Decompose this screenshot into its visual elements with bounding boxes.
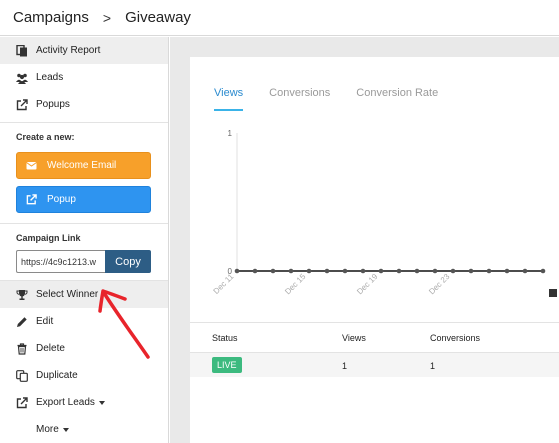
sidebar: Activity Report Leads Popups Create a ne… bbox=[0, 37, 169, 443]
views-line-chart: 10Dec 11 Dec 15 Dec 19 Dec 23 bbox=[212, 129, 557, 297]
x-tick-label: Dec 19 bbox=[355, 272, 380, 297]
cell-conversions: 1 bbox=[430, 361, 436, 371]
data-point bbox=[504, 268, 510, 274]
tab-views[interactable]: Views bbox=[214, 87, 244, 111]
y-tick-label: 1 bbox=[228, 129, 233, 138]
col-conversions: Conversions bbox=[430, 333, 481, 343]
popup-label: Popup bbox=[47, 194, 76, 205]
table-row: LIVE 1 1 bbox=[190, 352, 559, 377]
external-link-icon bbox=[26, 194, 37, 205]
sidebar-item-export-leads[interactable]: Export Leads bbox=[0, 389, 168, 416]
data-point bbox=[252, 268, 258, 274]
col-status: Status bbox=[212, 333, 238, 343]
breadcrumb-separator: > bbox=[102, 9, 112, 26]
campaign-link-input[interactable]: https://4c9c1213.w bbox=[16, 250, 105, 273]
data-point bbox=[450, 268, 456, 274]
data-point bbox=[522, 268, 528, 274]
x-tick-label: Dec 23 bbox=[427, 272, 452, 297]
welcome-email-button[interactable]: Welcome Email bbox=[16, 152, 151, 179]
data-point bbox=[270, 268, 276, 274]
tab-conversion-rate[interactable]: Conversion Rate bbox=[356, 87, 438, 111]
sidebar-item-more[interactable]: More bbox=[0, 416, 168, 443]
col-views: Views bbox=[342, 333, 366, 343]
stats-card: Views Conversions Conversion Rate 1 0 Dec … bbox=[190, 57, 559, 443]
x-tick-label: Dec 15 bbox=[283, 272, 308, 297]
popup-button[interactable]: Popup bbox=[16, 186, 151, 213]
welcome-email-label: Welcome Email bbox=[47, 160, 117, 171]
data-point bbox=[288, 268, 294, 274]
data-point bbox=[324, 268, 330, 274]
campaign-link-label: Campaign Link bbox=[16, 233, 81, 243]
data-point bbox=[234, 268, 240, 274]
sidebar-item-popups[interactable]: Popups bbox=[0, 91, 168, 118]
data-point bbox=[306, 268, 312, 274]
sidebar-item-label: More bbox=[36, 424, 59, 435]
campaign-link-row: https://4c9c1213.w Copy bbox=[16, 250, 151, 273]
data-point bbox=[414, 268, 420, 274]
sidebar-item-label: Export Leads bbox=[36, 397, 95, 408]
x-tick-label: Dec 11 bbox=[212, 272, 236, 296]
table-header: Status Views Conversions bbox=[190, 322, 559, 352]
envelope-icon bbox=[26, 160, 37, 171]
external-link-icon bbox=[16, 98, 28, 111]
copy-button[interactable]: Copy bbox=[105, 250, 151, 273]
trophy-icon bbox=[16, 289, 28, 301]
sidebar-item-select-winner[interactable]: Select Winner bbox=[0, 281, 168, 308]
chart-tabs: Views Conversions Conversion Rate bbox=[214, 87, 464, 111]
chevron-down-icon bbox=[98, 400, 105, 405]
data-point bbox=[486, 268, 492, 274]
divider bbox=[0, 223, 168, 224]
data-point bbox=[468, 268, 474, 274]
sidebar-item-label: Delete bbox=[36, 343, 65, 354]
legend-marker bbox=[549, 289, 557, 297]
sidebar-item-label: Activity Report bbox=[36, 45, 101, 56]
breadcrumb-campaigns[interactable]: Campaigns bbox=[13, 9, 89, 26]
create-new-label: Create a new: bbox=[16, 132, 75, 142]
pencil-icon bbox=[16, 316, 28, 328]
sidebar-item-duplicate[interactable]: Duplicate bbox=[0, 362, 168, 389]
sidebar-item-label: Leads bbox=[36, 72, 64, 83]
data-point bbox=[360, 268, 366, 274]
status-table: Status Views Conversions LIVE 1 1 bbox=[190, 322, 559, 377]
data-point bbox=[432, 268, 438, 274]
breadcrumb-current: Giveaway bbox=[125, 9, 191, 26]
sidebar-item-delete[interactable]: Delete bbox=[0, 335, 168, 362]
data-point bbox=[540, 268, 546, 274]
sidebar-item-label: Popups bbox=[36, 99, 70, 110]
data-point bbox=[342, 268, 348, 274]
cell-views: 1 bbox=[342, 361, 348, 371]
main-content: Views Conversions Conversion Rate 1 0 Dec … bbox=[170, 37, 559, 443]
sidebar-item-edit[interactable]: Edit bbox=[0, 308, 168, 335]
data-point bbox=[378, 268, 384, 274]
divider bbox=[0, 122, 168, 123]
data-point bbox=[396, 268, 402, 274]
trash-icon bbox=[16, 342, 28, 355]
sidebar-item-label: Duplicate bbox=[36, 370, 78, 381]
sidebar-item-label: Select Winner bbox=[36, 289, 99, 300]
sidebar-item-activity-report[interactable]: Activity Report bbox=[0, 37, 168, 64]
tab-conversions[interactable]: Conversions bbox=[269, 87, 330, 111]
sidebar-item-label: Edit bbox=[36, 316, 54, 327]
users-icon bbox=[16, 72, 28, 84]
chevron-down-icon bbox=[62, 427, 69, 432]
report-icon bbox=[16, 44, 28, 57]
duplicate-icon bbox=[16, 369, 28, 382]
breadcrumb: Campaigns > Giveaway bbox=[0, 0, 559, 36]
export-icon bbox=[16, 396, 28, 409]
status-badge: LIVE bbox=[212, 357, 242, 373]
sidebar-item-leads[interactable]: Leads bbox=[0, 64, 168, 91]
